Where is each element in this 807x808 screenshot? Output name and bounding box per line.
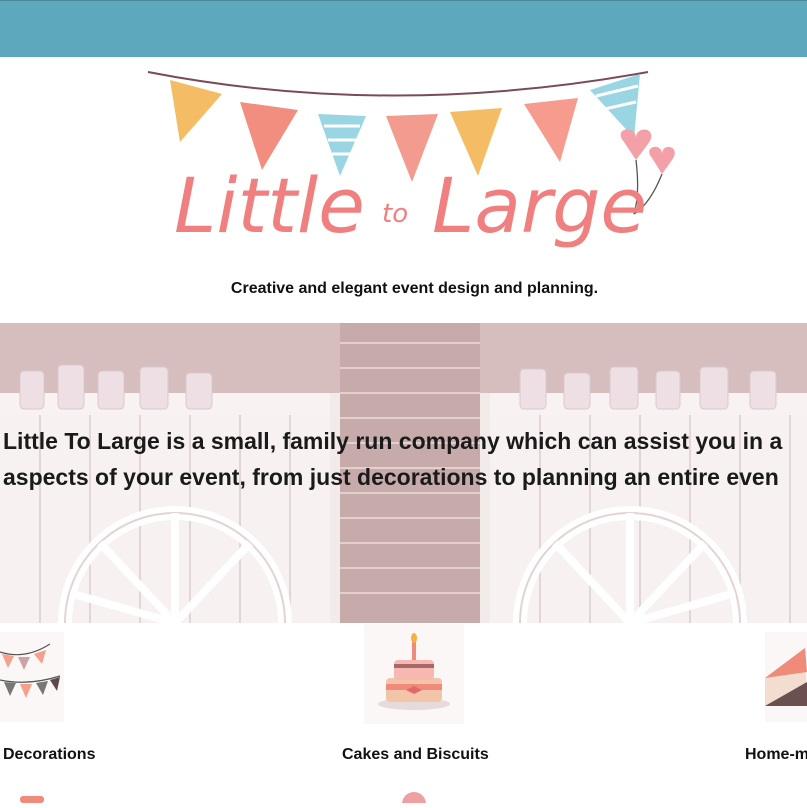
pennant xyxy=(240,102,298,170)
hero-intro-text: Little To Large is a small, family run c… xyxy=(3,423,807,495)
tagline: Creative and elegant event design and pl… xyxy=(230,280,599,297)
cake-icon xyxy=(364,624,464,724)
site-logo[interactable]: Little to Large xyxy=(140,64,680,264)
hero-line-1: Little To Large is a small, family run c… xyxy=(3,428,783,454)
service-cakes-image[interactable] xyxy=(364,624,464,724)
logo-word-little: Little xyxy=(174,161,365,250)
logo-word-large: Large xyxy=(432,161,647,250)
next-row-images xyxy=(20,792,426,808)
service-decorations-label[interactable]: Decorations xyxy=(3,746,95,764)
top-nav-bar xyxy=(0,0,807,57)
envelope-icon xyxy=(765,632,807,722)
service-homemade-label[interactable]: Home-m xyxy=(745,746,807,764)
service-cakes-label[interactable]: Cakes and Biscuits xyxy=(342,746,489,764)
logo-graphic: Little to Large xyxy=(147,71,675,250)
pennant xyxy=(386,114,438,182)
pennant xyxy=(170,80,222,142)
hero-banner: Little To Large is a small, family run c… xyxy=(0,323,807,623)
service-homemade-image[interactable] xyxy=(765,632,807,722)
bunting-icon xyxy=(0,632,64,722)
pennant xyxy=(524,98,578,162)
logo-word-to: to xyxy=(382,199,408,229)
next-row-peek xyxy=(0,790,807,808)
service-decorations-image[interactable] xyxy=(0,632,64,722)
hero-line-2: aspects of your event, from just decorat… xyxy=(3,464,779,490)
